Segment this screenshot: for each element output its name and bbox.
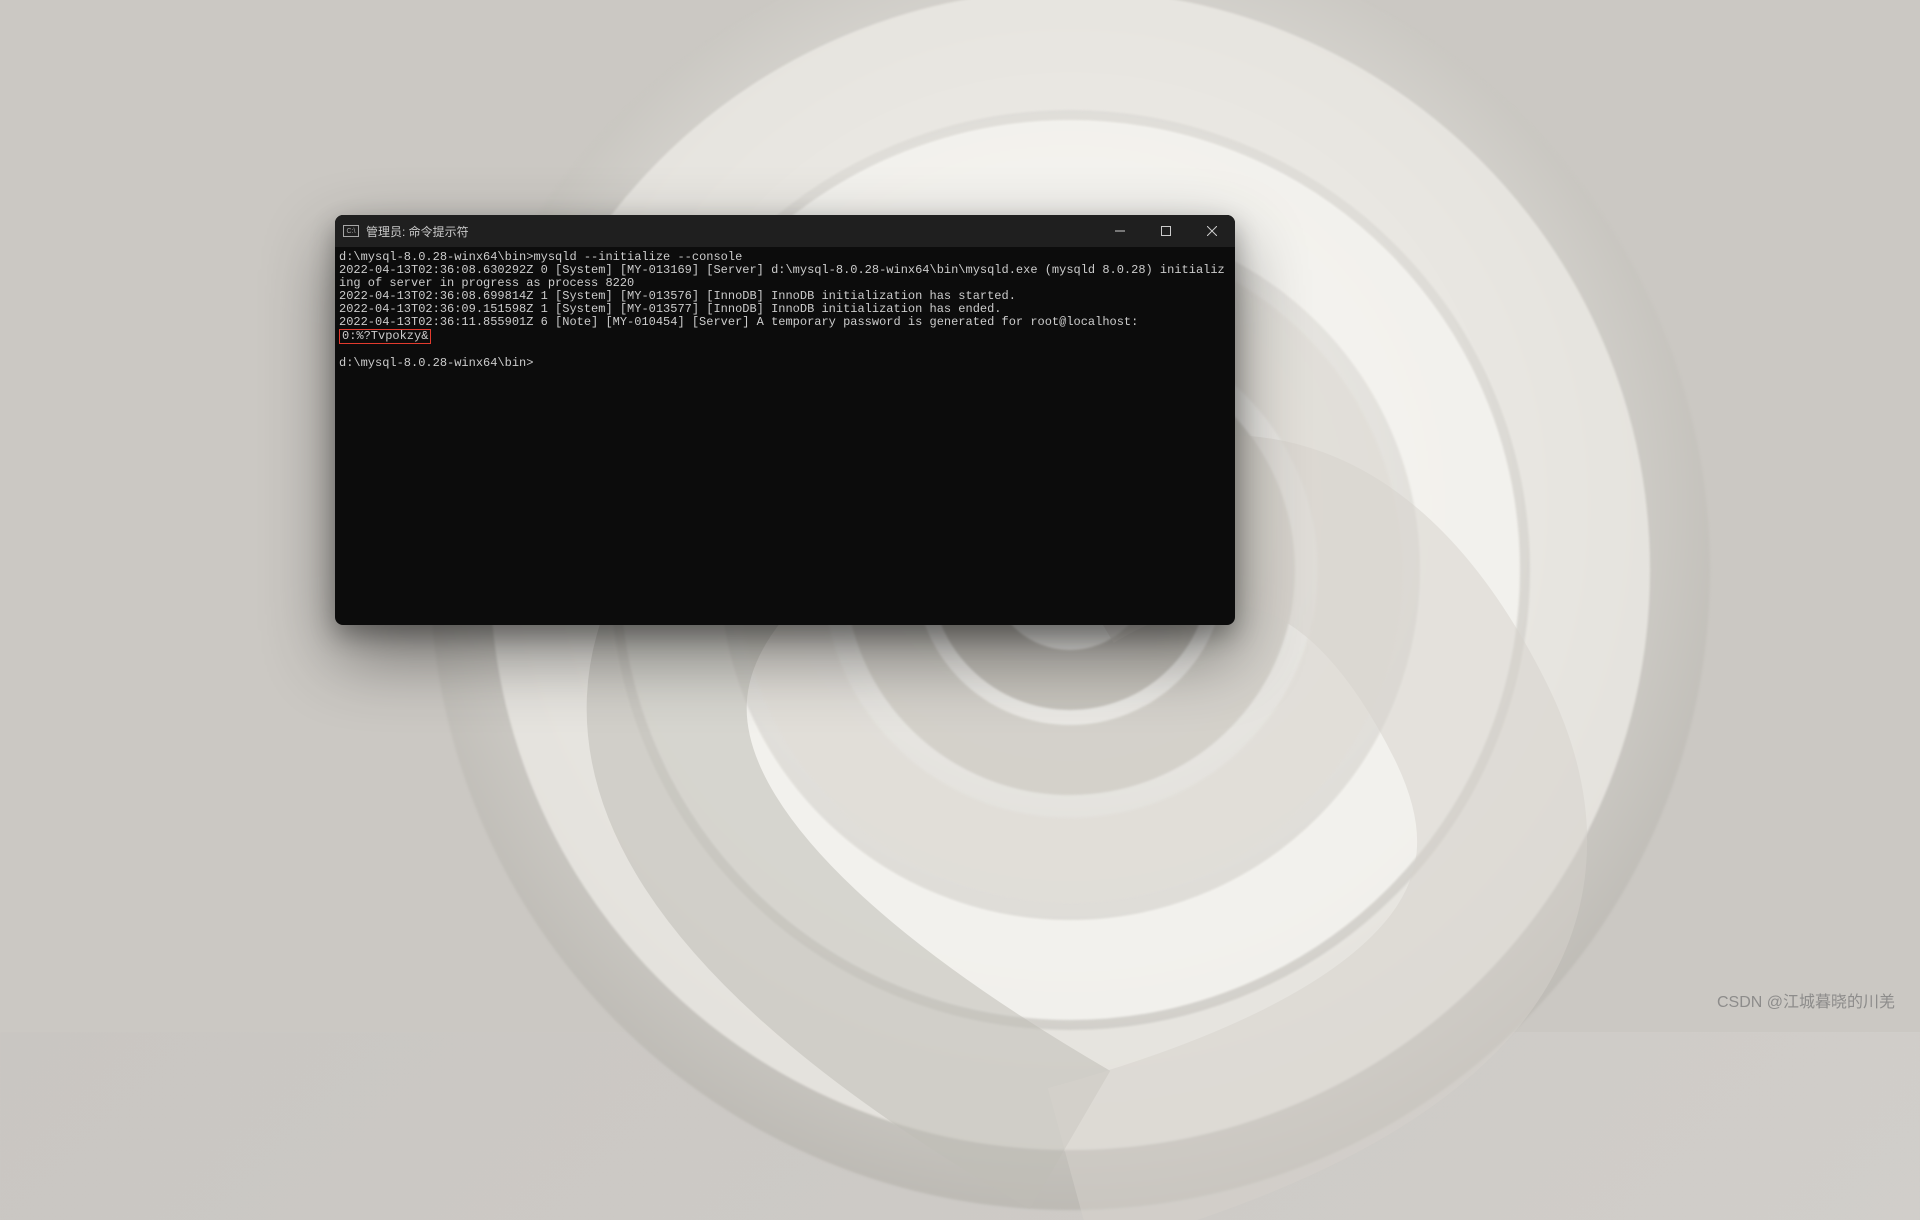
maximize-button[interactable] xyxy=(1143,215,1189,247)
window-title: 管理员: 命令提示符 xyxy=(366,223,1097,240)
terminal-output[interactable]: d:\mysql-8.0.28-winx64\bin>mysqld --init… xyxy=(335,247,1235,625)
password-highlight: 0:%?Tvpokzy& xyxy=(339,329,431,344)
maximize-icon xyxy=(1161,226,1171,236)
output-line: 2022-04-13T02:36:08.630292Z 0 [System] [… xyxy=(339,263,1225,290)
csdn-watermark: CSDN @江城暮晓的川羌 xyxy=(1717,988,1895,1012)
command-prompt-window: C:\ 管理员: 命令提示符 d:\mysql-8.0.28-winx64\bi… xyxy=(335,215,1235,625)
output-line: 2022-04-13T02:36:09.151598Z 1 [System] [… xyxy=(339,302,1002,316)
minimize-button[interactable] xyxy=(1097,215,1143,247)
close-icon xyxy=(1207,226,1217,236)
cmd-icon: C:\ xyxy=(343,225,359,237)
window-controls xyxy=(1097,215,1235,247)
output-line: 2022-04-13T02:36:11.855901Z 6 [Note] [MY… xyxy=(339,315,1146,329)
prompt: d:\mysql-8.0.28-winx64\bin> xyxy=(339,356,533,370)
output-line: 2022-04-13T02:36:08.699814Z 1 [System] [… xyxy=(339,289,1016,303)
minimize-icon xyxy=(1115,226,1125,236)
titlebar[interactable]: C:\ 管理员: 命令提示符 xyxy=(335,215,1235,247)
close-button[interactable] xyxy=(1189,215,1235,247)
command-text: mysqld --initialize --console xyxy=(533,250,742,264)
prompt: d:\mysql-8.0.28-winx64\bin> xyxy=(339,250,533,264)
